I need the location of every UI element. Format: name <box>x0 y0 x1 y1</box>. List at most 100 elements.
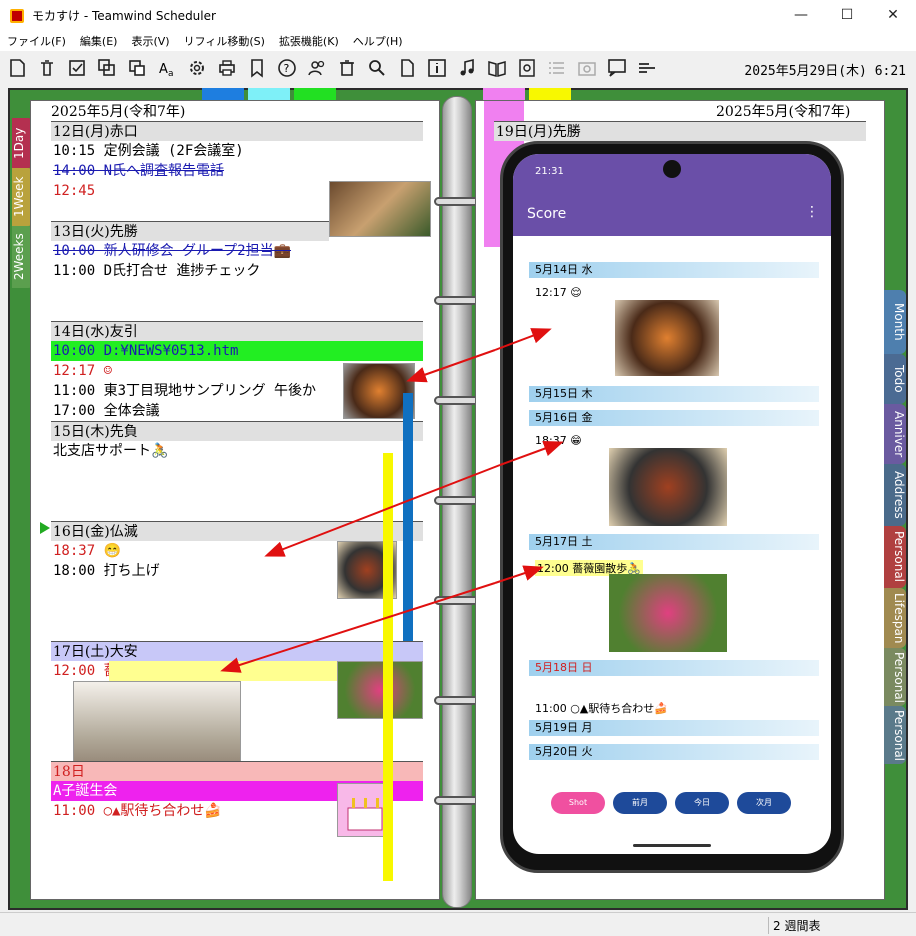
tab-address[interactable]: Address <box>884 464 906 526</box>
copy-icon[interactable] <box>95 56 119 80</box>
day-header-19[interactable]: 19日(月)先勝 <box>494 121 866 141</box>
day-header-16[interactable]: 16日(金)仏滅 <box>51 521 423 541</box>
tab-personal-1[interactable]: Personal <box>884 526 906 588</box>
search-icon[interactable] <box>365 56 389 80</box>
tab-personal-2[interactable]: Personal <box>884 648 906 706</box>
menu-view[interactable]: 表示(V) <box>124 33 176 49</box>
document-icon[interactable] <box>395 56 419 80</box>
phone-bbq-photo[interactable] <box>609 448 727 526</box>
next-month-button[interactable]: 次月 <box>737 792 791 814</box>
blue-period-bar <box>403 393 413 641</box>
music-icon[interactable] <box>455 56 479 80</box>
font-icon[interactable]: Aa <box>155 56 179 80</box>
event-row[interactable]: 10:00 新人研修会 グループ2担当💼 <box>51 241 291 261</box>
event-row[interactable]: 11:00 東3丁目現地サンプリング 午後か <box>51 381 343 401</box>
rose-photo[interactable] <box>337 661 423 719</box>
file-link-event[interactable]: 10:00 D:¥NEWS¥0513.htm <box>51 341 423 361</box>
phone-day-header[interactable]: 5月14日 水 <box>529 262 819 278</box>
phone-curry-photo[interactable] <box>615 300 719 376</box>
phone-day-header[interactable]: 5月18日 日 <box>529 660 819 676</box>
maximize-button[interactable]: ☐ <box>824 0 870 31</box>
help-icon[interactable]: ? <box>275 56 299 80</box>
event-row[interactable]: 10:15 定例会議 (2F会議室) <box>51 141 244 161</box>
tab-todo[interactable]: Todo <box>884 354 906 404</box>
day-header-14[interactable]: 14日(水)友引 <box>51 321 423 341</box>
tab-month[interactable]: Month <box>884 290 906 354</box>
day-header-17[interactable]: 17日(土)大安 <box>51 641 423 661</box>
new-icon[interactable] <box>5 56 29 80</box>
today-button[interactable]: 今日 <box>675 792 729 814</box>
phone-status-time: 21:31 <box>535 166 564 177</box>
shot-button[interactable]: Shot <box>551 792 605 814</box>
event-row[interactable]: 12:17 ☺ <box>51 361 112 381</box>
drink-photo[interactable] <box>329 181 431 237</box>
settings-icon[interactable] <box>185 56 209 80</box>
check-icon[interactable] <box>65 56 89 80</box>
phone-frame: 21:31 Score ⋮ 5月14日 水 12:17 😌 5月15日 木 5月… <box>500 141 844 873</box>
camera-icon[interactable] <box>575 56 599 80</box>
comment-icon[interactable] <box>605 56 629 80</box>
phone-entry-time[interactable]: 11:00 ○▲駅待ち合わせ🍰 <box>535 700 668 716</box>
event-row[interactable]: 12:45 <box>51 181 95 201</box>
menu-edit[interactable]: 編集(E) <box>73 33 125 49</box>
tab-anniversary[interactable]: Anniver <box>884 404 906 464</box>
info-icon[interactable] <box>425 56 449 80</box>
clock-display: 2025年5月29日(木) 6:21 <box>744 64 906 79</box>
day-header-18[interactable]: 18日 <box>51 761 423 781</box>
event-row[interactable]: 北支店サポート🚴 <box>51 441 168 461</box>
tab-lifespan[interactable]: Lifespan <box>884 588 906 648</box>
left-page-header: 2025年5月(令和7年) <box>51 104 186 120</box>
status-view-label: 2 週間表 <box>768 917 820 934</box>
event-row[interactable]: 18:00 打ち上げ <box>51 561 160 581</box>
phone-entry-time[interactable]: 12:17 😌 <box>535 286 582 299</box>
menu-bar: ファイル(F) 編集(E) 表示(V) リフィル移動(S) 拡張機能(K) ヘル… <box>0 31 916 51</box>
svg-text:A: A <box>159 62 168 77</box>
menu-refill[interactable]: リフィル移動(S) <box>177 33 272 49</box>
overflow-menu-icon[interactable]: ⋮ <box>805 204 819 220</box>
phone-day-header[interactable]: 5月15日 木 <box>529 386 819 402</box>
list-icon[interactable] <box>545 56 569 80</box>
highlight-bar <box>109 661 339 681</box>
paste-icon[interactable] <box>125 56 149 80</box>
day-header-12[interactable]: 12日(月)赤口 <box>51 121 423 141</box>
event-row[interactable]: 17:00 全体会議 <box>51 401 160 421</box>
svg-text:?: ? <box>284 62 290 75</box>
users-icon[interactable] <box>305 56 329 80</box>
color-tab-yellow[interactable] <box>529 88 571 100</box>
menu-file[interactable]: ファイル(F) <box>0 33 73 49</box>
delete-icon[interactable] <box>35 56 59 80</box>
import-icon[interactable] <box>515 56 539 80</box>
menu-extensions[interactable]: 拡張機能(K) <box>272 33 346 49</box>
minimize-button[interactable]: — <box>778 0 824 31</box>
bookmark-icon[interactable] <box>245 56 269 80</box>
menu-help[interactable]: ヘルプ(H) <box>346 33 410 49</box>
phone-app-title: Score <box>527 206 567 222</box>
prev-month-button[interactable]: 前月 <box>613 792 667 814</box>
print-icon[interactable] <box>215 56 239 80</box>
color-tab-green[interactable] <box>294 88 336 100</box>
phone-day-header[interactable]: 5月19日 月 <box>529 720 819 736</box>
color-tab-cyan[interactable] <box>248 88 290 100</box>
tab-personal-3[interactable]: Personal <box>884 706 906 764</box>
phone-rose-photo[interactable] <box>609 574 727 652</box>
day-header-13[interactable]: 13日(火)先勝 <box>51 221 329 241</box>
phone-day-header[interactable]: 5月16日 金 <box>529 410 819 426</box>
event-row[interactable]: 11:00 ○▲駅待ち合わせ🍰 <box>51 801 222 821</box>
phone-day-header[interactable]: 5月17日 土 <box>529 534 819 550</box>
close-button[interactable]: ✕ <box>870 0 916 31</box>
event-row[interactable]: 18:37 😁 <box>51 541 121 561</box>
svg-text:a: a <box>168 69 174 78</box>
event-row[interactable]: 14:00 N氏へ調査報告電話 <box>51 161 224 181</box>
phone-entry-time[interactable]: 18:37 😁 <box>535 434 582 447</box>
day-header-15[interactable]: 15日(木)先負 <box>51 421 423 441</box>
today-marker-icon <box>40 522 50 534</box>
color-tab-pink[interactable] <box>483 88 525 100</box>
trash-icon[interactable] <box>335 56 359 80</box>
book-icon[interactable] <box>485 56 509 80</box>
phone-day-header[interactable]: 5月20日 火 <box>529 744 819 760</box>
color-tab-blue[interactable] <box>202 88 244 100</box>
phone-screen: 21:31 Score ⋮ 5月14日 水 12:17 😌 5月15日 木 5月… <box>513 154 831 854</box>
home-indicator <box>633 844 711 847</box>
menu-icon[interactable] <box>635 56 659 80</box>
event-row[interactable]: 11:00 D氏打合せ 進捗チェック <box>51 261 260 281</box>
